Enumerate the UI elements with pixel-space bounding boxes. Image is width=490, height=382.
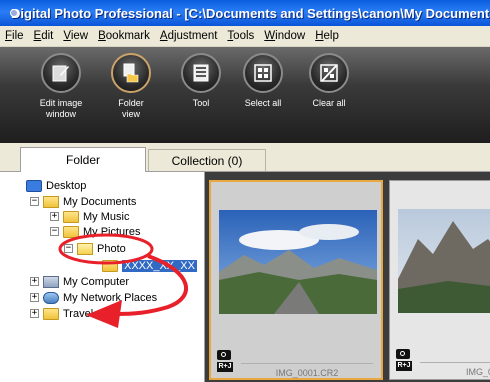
edit-image-label-2: window [45,109,76,119]
panel-tabs: Folder Collection (0) [0,143,490,172]
folder-tree: Desktop − My Documents + My Music − My P… [18,172,205,382]
tab-collection[interactable]: Collection (0) [148,149,266,171]
thumbnail-filename: IMG_0001.CR2 [275,368,339,378]
menu-bar: File Edit View Bookmark Adjustment Tools… [0,26,490,47]
tool-button[interactable]: Tool [170,53,232,109]
annotation-arrowhead [86,300,122,328]
raw-jpeg-badge: R+J [396,349,412,375]
raw-jpeg-badge: R+J [217,350,233,376]
window-title: Digital Photo Professional - [C:\Documen… [11,5,490,21]
select-all-button[interactable]: Select all [232,53,294,109]
camera-icon [217,350,231,360]
select-all-icon [254,64,272,82]
thumbnail-2[interactable]: R+J IMG_0002 [389,180,490,380]
menu-view[interactable]: View [58,30,93,42]
annotation-curve [117,254,188,316]
clear-all-icon [320,64,338,82]
folder-view-label-1: Folder [118,98,144,108]
menu-window[interactable]: Window [259,30,310,42]
rj-badge-label: R+J [217,362,233,372]
edit-image-icon [52,65,69,82]
title-bar[interactable]: Digital Photo Professional - [C:\Documen… [0,0,490,26]
landscape-photo [219,210,377,314]
select-all-label: Select all [244,98,282,108]
edit-image-window-button[interactable]: Edit image window [30,53,92,120]
main-toolbar: Edit image window Folder view Tool Selec… [0,47,490,143]
tool-palette-icon [193,64,209,82]
edit-image-label-1: Edit image [39,98,83,108]
clear-all-button[interactable]: Clear all [298,53,360,109]
menu-help[interactable]: Help [310,30,344,42]
dpp-window: Digital Photo Professional - [C:\Documen… [0,0,490,382]
folder-view-label-2: view [121,109,140,119]
mountain-photo [398,209,490,313]
menu-file[interactable]: File [0,30,29,42]
menu-edit[interactable]: Edit [29,30,59,42]
thumbnail-viewer: R+J IMG_0001.CR2 R+J IMG_0002 [205,172,490,382]
menu-tools[interactable]: Tools [222,30,259,42]
tool-label: Tool [192,98,210,108]
annotation-overlay [58,233,188,328]
tab-folder[interactable]: Folder [20,147,146,172]
camera-icon [396,349,410,359]
clear-all-label: Clear all [312,98,346,108]
thumbnail-filename: IMG_0002 [465,367,490,377]
menu-bookmark[interactable]: Bookmark [93,30,155,42]
folder-view-icon [123,63,139,83]
thumbnail-1[interactable]: R+J IMG_0001.CR2 [209,180,383,380]
folder-view-button[interactable]: Folder view [100,53,162,120]
annotation-circle [58,233,154,265]
menu-adjustment[interactable]: Adjustment [155,30,223,42]
rj-badge-label: R+J [396,361,412,371]
